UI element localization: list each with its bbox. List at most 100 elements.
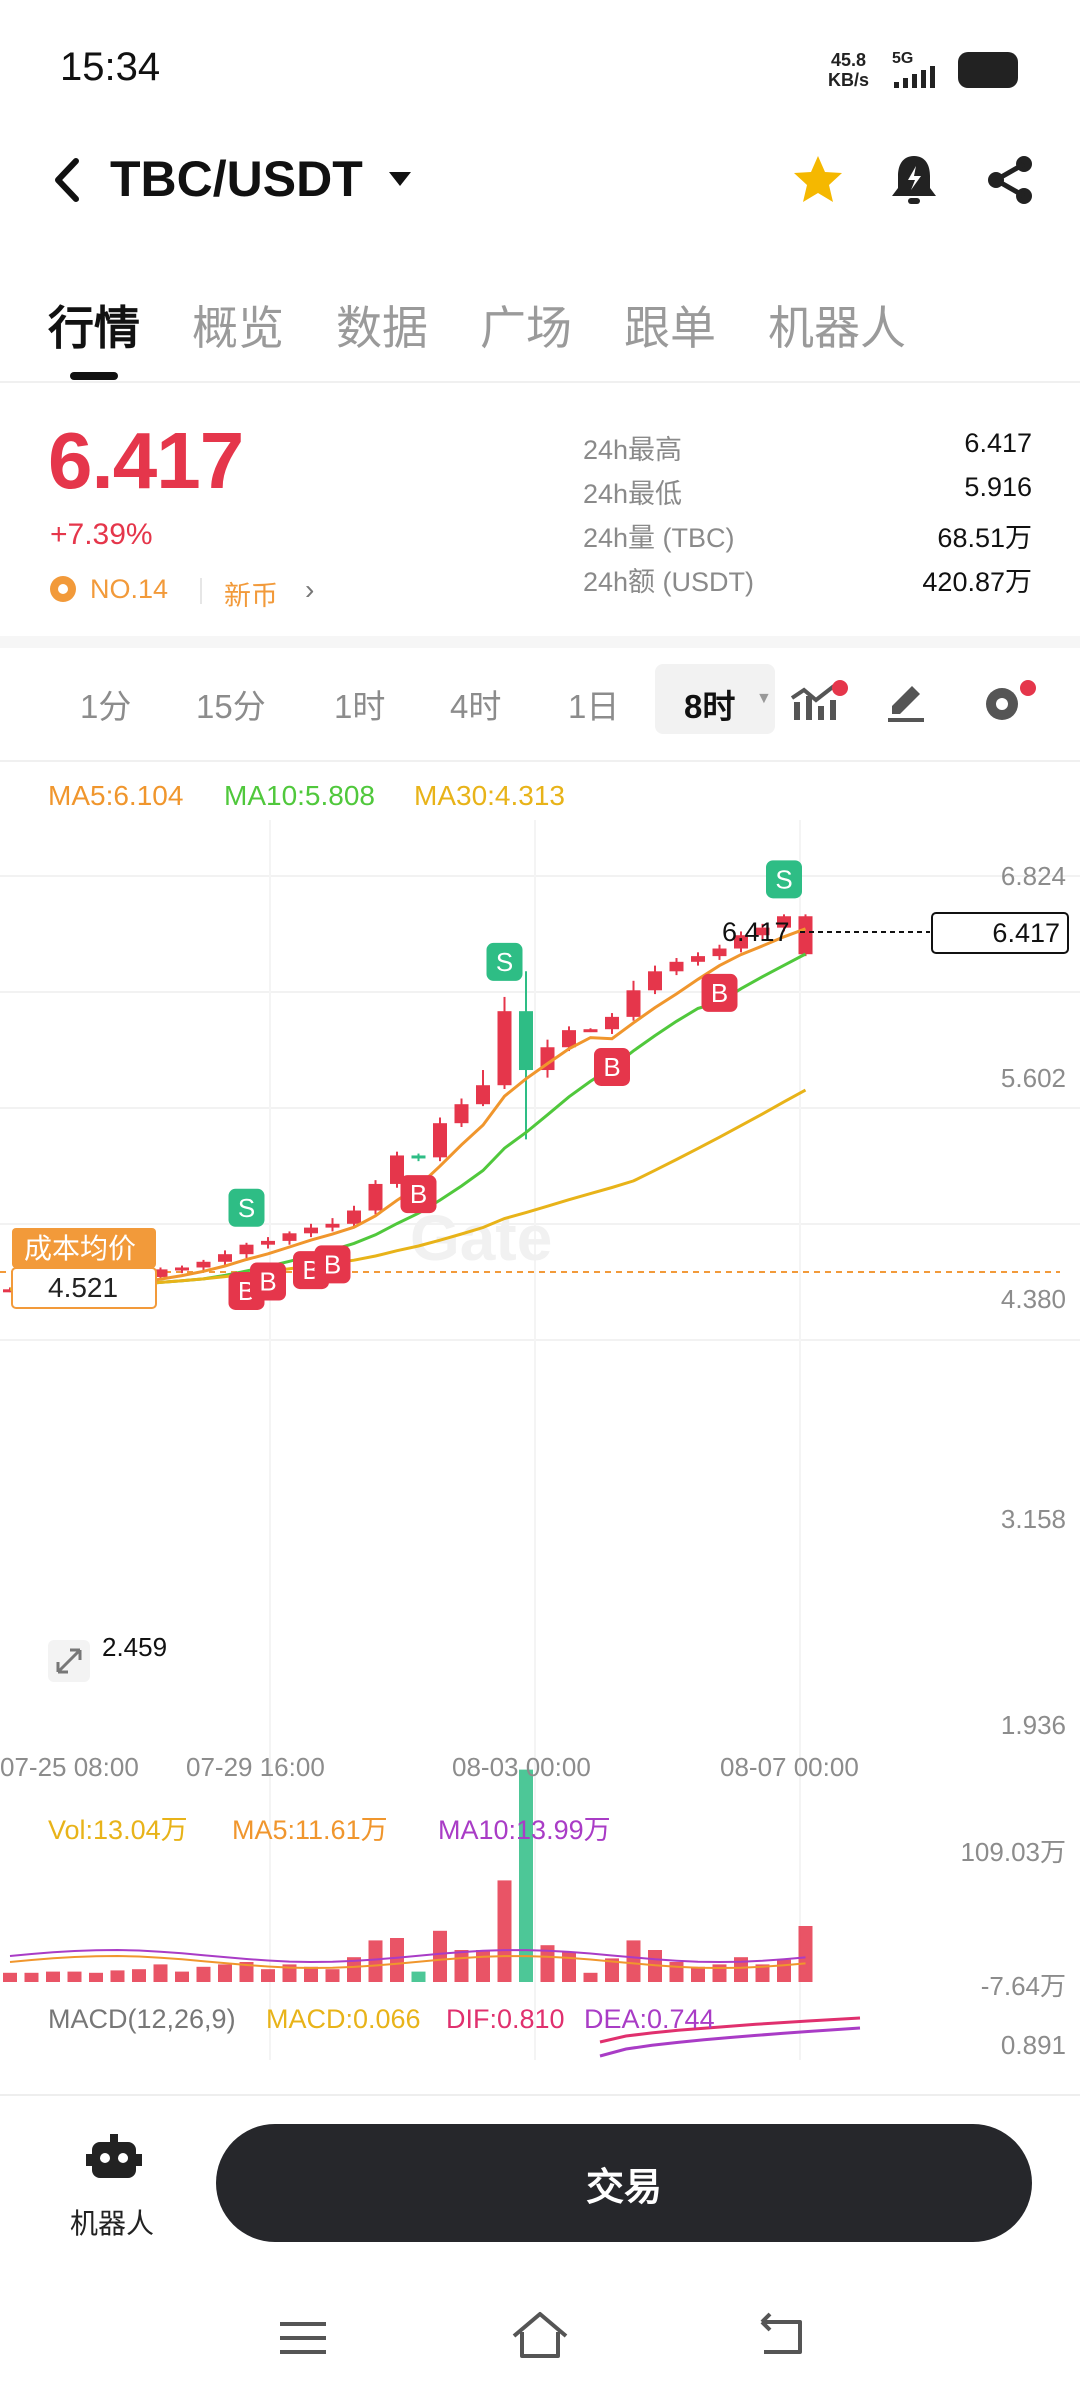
buy-marker: B bbox=[603, 1052, 620, 1082]
interval-1d[interactable]: 1日 bbox=[568, 680, 619, 728]
y-tick: 5.602 bbox=[1000, 1063, 1066, 1093]
gear-icon[interactable] bbox=[980, 678, 1040, 726]
pair-title[interactable]: TBC/USDT bbox=[110, 150, 363, 208]
candle-body bbox=[626, 990, 641, 1017]
ma30-legend: MA30:4.313 bbox=[414, 780, 565, 811]
buy-marker: B bbox=[324, 1249, 341, 1279]
home-icon[interactable] bbox=[510, 2310, 570, 2360]
volume-bar bbox=[476, 1950, 490, 1982]
robot-label[interactable]: 机器人 bbox=[70, 2202, 154, 2242]
tab-overview[interactable]: 概览 bbox=[192, 292, 284, 358]
indicator-icon[interactable] bbox=[790, 680, 854, 724]
robot-icon[interactable] bbox=[86, 2132, 142, 2184]
stat-value: 68.51万 bbox=[937, 523, 1032, 553]
section-divider bbox=[0, 636, 1080, 648]
candle-body bbox=[347, 1210, 361, 1224]
divider bbox=[200, 578, 202, 604]
pencil-icon[interactable] bbox=[884, 680, 930, 724]
candle-body bbox=[583, 1029, 598, 1033]
volume-bar bbox=[497, 1880, 512, 1982]
y-tick: 4.380 bbox=[1000, 1284, 1066, 1314]
candle-body bbox=[476, 1085, 490, 1105]
stat-value: 6.417 bbox=[964, 428, 1032, 458]
trade-button[interactable]: 交易 bbox=[216, 2124, 1032, 2242]
volume-bar bbox=[669, 1962, 684, 1982]
stat-label: 24h最高 bbox=[583, 435, 683, 465]
volume-bar bbox=[626, 1940, 641, 1982]
tab-data[interactable]: 数据 bbox=[336, 292, 428, 358]
volume-bar bbox=[798, 1926, 813, 1982]
candle-body bbox=[175, 1267, 189, 1271]
back-icon[interactable] bbox=[756, 2312, 806, 2358]
interval-8h[interactable]: 8时 bbox=[684, 680, 735, 728]
menu-icon[interactable] bbox=[278, 2318, 328, 2358]
tab-market[interactable]: 行情 bbox=[48, 292, 140, 358]
interval-1h[interactable]: 1时 bbox=[334, 680, 385, 728]
candle-body bbox=[712, 948, 727, 957]
macd-value: MACD:0.066 bbox=[266, 2004, 421, 2034]
tab-square[interactable]: 广场 bbox=[480, 292, 572, 358]
candle-body bbox=[304, 1227, 318, 1234]
vol-ma10-legend: MA10:13.99万 bbox=[438, 1815, 611, 1845]
x-tick: 07-25 08:00 bbox=[0, 1752, 139, 1782]
volume-bar bbox=[67, 1971, 82, 1982]
chevron-down-icon[interactable] bbox=[385, 168, 415, 192]
share-icon[interactable] bbox=[982, 152, 1038, 208]
vol-ma5-legend: MA5:11.61万 bbox=[232, 1815, 388, 1845]
volume-bar bbox=[89, 1972, 103, 1982]
alert-bell-icon[interactable] bbox=[886, 150, 942, 210]
tab-robot[interactable]: 机器人 bbox=[768, 292, 906, 358]
x-tick: 08-03 00:00 bbox=[452, 1752, 591, 1782]
candle-body bbox=[325, 1223, 340, 1228]
volume-bar bbox=[433, 1930, 447, 1982]
candle-body bbox=[411, 1155, 426, 1159]
candle-body bbox=[798, 916, 813, 955]
change-percent: +7.39% bbox=[50, 518, 153, 551]
chevron-right-icon[interactable]: › bbox=[305, 574, 314, 606]
interval-15m[interactable]: 15分 bbox=[196, 680, 266, 728]
vol-legend: Vol:13.04万 bbox=[48, 1815, 188, 1845]
dif-value: DIF:0.810 bbox=[446, 2004, 565, 2034]
tab-copy-trading[interactable]: 跟单 bbox=[624, 292, 716, 358]
chevron-down-icon[interactable]: ▼ bbox=[756, 690, 772, 708]
x-tick: 08-07 00:00 bbox=[720, 1752, 859, 1782]
stat-label: 24h最低 bbox=[583, 479, 683, 509]
volume-bar bbox=[261, 1969, 275, 1982]
volume-bar bbox=[691, 1966, 705, 1982]
status-time: 15:34 bbox=[60, 45, 161, 89]
cost-label: 成本均价 bbox=[24, 1233, 136, 1264]
volume-bar bbox=[3, 1972, 17, 1982]
last-price: 6.417 bbox=[48, 416, 244, 505]
volume-bar bbox=[325, 1969, 340, 1982]
low-label: 2.459 bbox=[102, 1632, 167, 1662]
candlestick-chart[interactable]: Gate B B B BBBBSSS 6.417 6.417 2.459 成本均价 4… bbox=[0, 820, 1080, 2080]
macd-max-label: 0.891 bbox=[1000, 2030, 1066, 2060]
volume-bar bbox=[368, 1940, 383, 1982]
interval-4h[interactable]: 4时 bbox=[450, 680, 501, 728]
volume-bar bbox=[175, 1971, 189, 1982]
volume-bars bbox=[3, 1769, 813, 1982]
volume-bar bbox=[411, 1971, 426, 1982]
divider bbox=[0, 760, 1080, 762]
y-tick: 6.824 bbox=[1000, 861, 1066, 891]
divider bbox=[0, 2094, 1080, 2096]
ma10-legend: MA10:5.808 bbox=[224, 780, 375, 811]
back-icon[interactable] bbox=[48, 155, 88, 205]
volume-bar bbox=[132, 1969, 146, 1982]
volume-bar bbox=[46, 1971, 60, 1982]
chart-grid bbox=[0, 820, 1080, 2060]
new-coin-tag[interactable]: 新币 bbox=[224, 574, 278, 613]
star-icon[interactable] bbox=[788, 150, 848, 210]
dea-value: DEA:0.744 bbox=[584, 2004, 715, 2034]
rank-icon bbox=[50, 576, 76, 602]
volume-bar bbox=[304, 1966, 318, 1982]
interval-1m[interactable]: 1分 bbox=[80, 680, 131, 728]
candle-body bbox=[497, 1011, 512, 1086]
candle-body bbox=[648, 971, 662, 991]
network-speed: 45.8 KB/s bbox=[828, 50, 869, 90]
volume-bar bbox=[218, 1964, 232, 1982]
candle-body bbox=[368, 1183, 383, 1211]
candle-body bbox=[454, 1104, 469, 1124]
rank-badge[interactable]: NO.14 bbox=[90, 574, 168, 605]
candle-body bbox=[261, 1240, 275, 1245]
